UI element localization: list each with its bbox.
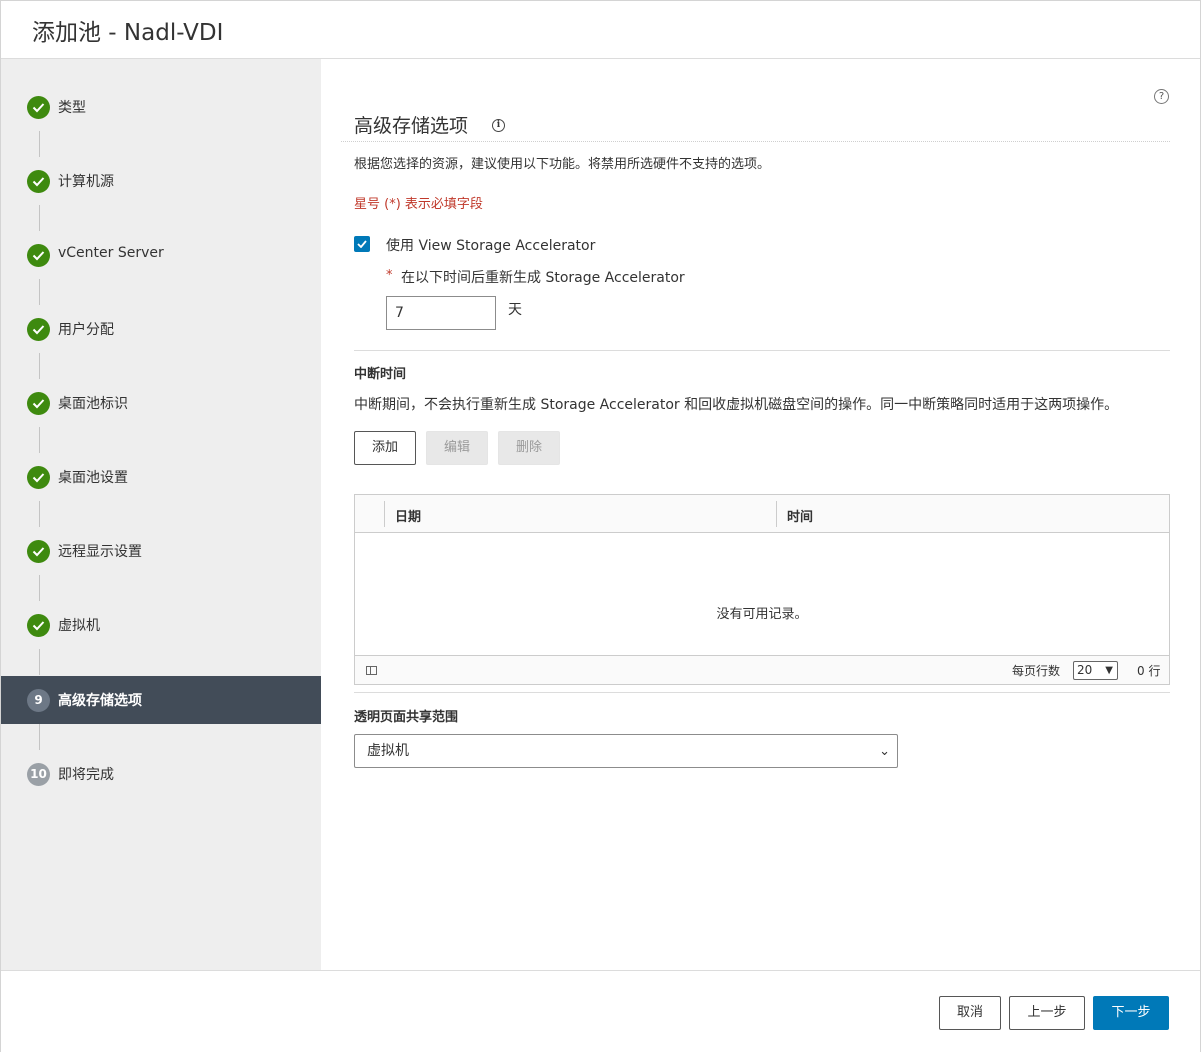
check-icon — [27, 318, 50, 341]
column-toggle-icon[interactable] — [366, 666, 377, 675]
check-icon — [27, 466, 50, 489]
step-label: 高级存储选项 — [58, 693, 142, 709]
check-icon — [27, 540, 50, 563]
check-icon — [27, 244, 50, 267]
blackout-title: 中断时间 — [354, 367, 407, 382]
column-header-time[interactable]: 时间 — [787, 506, 813, 525]
dialog-footer: 取消 上一步 下一步 — [1, 970, 1200, 1052]
chevron-down-icon: ⌄ — [879, 744, 890, 759]
regenerate-label: 在以下时间后重新生成 Storage Accelerator — [401, 270, 685, 286]
tps-scope-select[interactable]: 虚拟机 ⌄ — [354, 734, 898, 768]
step-connector — [39, 279, 40, 305]
title-divider — [341, 141, 1170, 142]
row-count: 0 行 — [1137, 664, 1161, 678]
step-pool-settings[interactable]: 桌面池设置 — [1, 453, 321, 501]
step-ready-to-complete[interactable]: 10 即将完成 — [1, 750, 321, 798]
step-number: 10 — [27, 763, 50, 786]
required-fields-note: 星号 (*) 表示必填字段 — [354, 197, 483, 212]
page-description: 根据您选择的资源，建议使用以下功能。将禁用所选硬件不支持的选项。 — [354, 157, 771, 172]
check-icon — [27, 392, 50, 415]
section-divider — [354, 692, 1170, 693]
checkmark-icon — [357, 240, 367, 248]
step-machine-source[interactable]: 计算机源 — [1, 157, 321, 205]
advanced-storage-panel: ? 高级存储选项 i 根据您选择的资源，建议使用以下功能。将禁用所选硬件不支持的… — [321, 59, 1200, 970]
cancel-button[interactable]: 取消 — [939, 996, 1001, 1030]
tps-title: 透明页面共享范围 — [354, 710, 459, 725]
column-divider — [776, 501, 777, 527]
add-button[interactable]: 添加 — [354, 431, 416, 465]
step-advanced-storage[interactable]: 9 高级存储选项 — [1, 676, 321, 724]
dialog-header: 添加池 - Nadl-VDI — [1, 1, 1200, 59]
grid-select-column — [384, 501, 385, 527]
days-unit-label: 天 — [508, 302, 522, 318]
step-type[interactable]: 类型 — [1, 83, 321, 131]
previous-button[interactable]: 上一步 — [1009, 996, 1085, 1030]
step-user-assignment[interactable]: 用户分配 — [1, 305, 321, 353]
page-title: 高级存储选项 — [354, 115, 469, 137]
grid-header: 日期 时间 — [355, 495, 1169, 533]
storage-accelerator-checkbox[interactable] — [354, 236, 370, 252]
tps-scope-value: 虚拟机 — [367, 743, 409, 759]
chevron-down-icon: ▼ — [1105, 665, 1113, 676]
next-button[interactable]: 下一步 — [1093, 996, 1169, 1030]
check-icon — [27, 614, 50, 637]
rows-per-page-select[interactable]: 20 ▼ — [1073, 661, 1118, 680]
step-label: 计算机源 — [58, 174, 114, 190]
help-icon[interactable]: ? — [1154, 89, 1169, 104]
section-divider — [354, 350, 1170, 351]
step-connector — [39, 205, 40, 231]
step-connector — [39, 724, 40, 750]
step-label: 虚拟机 — [58, 618, 100, 634]
check-icon — [27, 170, 50, 193]
blackout-times-grid: 日期 时间 没有可用记录。 每页行数 20 ▼ 0 行 — [354, 494, 1170, 685]
column-header-date[interactable]: 日期 — [395, 506, 421, 525]
step-connector — [39, 501, 40, 527]
add-pool-dialog: 添加池 - Nadl-VDI 类型 计算机源 vCenter Server 用户… — [0, 0, 1201, 1052]
step-connector — [39, 649, 40, 675]
step-connector — [39, 427, 40, 453]
delete-button[interactable]: 删除 — [498, 431, 560, 465]
rows-per-page-value: 20 — [1077, 663, 1093, 677]
grid-empty-message: 没有可用记录。 — [716, 607, 808, 622]
step-label: 桌面池设置 — [58, 470, 128, 486]
rows-per-page-label: 每页行数 — [1012, 664, 1061, 678]
step-connector — [39, 575, 40, 601]
dialog-title: 添加池 - Nadl-VDI — [32, 20, 224, 46]
check-icon — [27, 96, 50, 119]
blackout-description: 中断期间，不会执行重新生成 Storage Accelerator 和回收虚拟机… — [354, 397, 1119, 413]
edit-button[interactable]: 编辑 — [426, 431, 488, 465]
grid-footer: 每页行数 20 ▼ 0 行 — [355, 655, 1169, 684]
step-label: 用户分配 — [58, 322, 114, 338]
step-vcenter-server[interactable]: vCenter Server — [1, 231, 321, 279]
step-label: 即将完成 — [58, 767, 114, 783]
step-remote-display[interactable]: 远程显示设置 — [1, 527, 321, 575]
step-label: 类型 — [58, 100, 86, 116]
step-label: 远程显示设置 — [58, 544, 142, 560]
wizard-steps-sidebar: 类型 计算机源 vCenter Server 用户分配 桌面池标识 桌面池设置 … — [1, 59, 321, 970]
step-connector — [39, 131, 40, 157]
step-virtual-machines[interactable]: 虚拟机 — [1, 601, 321, 649]
step-number: 9 — [27, 689, 50, 712]
storage-accelerator-label[interactable]: 使用 View Storage Accelerator — [386, 235, 595, 255]
regenerate-days-input[interactable]: 7 — [386, 296, 496, 330]
info-icon[interactable]: i — [492, 119, 505, 132]
step-pool-identification[interactable]: 桌面池标识 — [1, 379, 321, 427]
step-label: 桌面池标识 — [58, 396, 128, 412]
required-asterisk: * — [386, 268, 393, 283]
step-connector — [39, 353, 40, 379]
step-label: vCenter Server — [58, 245, 164, 261]
